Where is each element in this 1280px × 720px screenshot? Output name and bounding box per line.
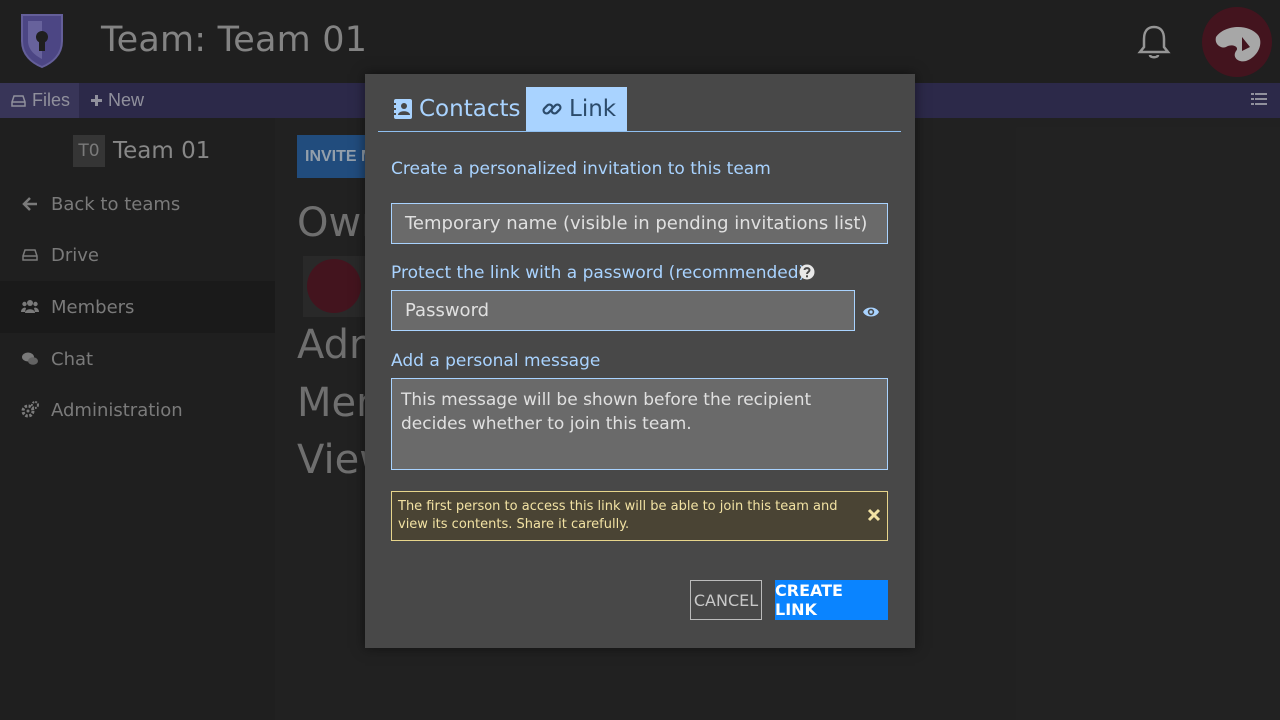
link-icon bbox=[542, 103, 562, 115]
tab-label: Link bbox=[569, 96, 617, 122]
close-icon[interactable] bbox=[867, 508, 881, 522]
temporary-name-input[interactable]: Temporary name (visible in pending invit… bbox=[391, 203, 888, 244]
invite-dialog: Contacts Link Create a personalized invi… bbox=[365, 74, 915, 648]
eye-icon[interactable] bbox=[862, 303, 880, 321]
cancel-button[interactable]: CANCEL bbox=[690, 580, 762, 620]
contact-card-icon bbox=[393, 99, 412, 119]
password-input[interactable]: Password bbox=[391, 290, 855, 331]
create-link-button[interactable]: CREATE LINK bbox=[775, 580, 888, 620]
help-icon[interactable] bbox=[799, 264, 815, 280]
password-label: Protect the link with a password (recomm… bbox=[391, 263, 806, 283]
warning-alert: The first person to access this link wil… bbox=[391, 491, 888, 541]
tab-label: Contacts bbox=[419, 96, 521, 122]
personal-message-textarea[interactable]: This message will be shown before the re… bbox=[391, 378, 888, 470]
tab-link[interactable]: Link bbox=[526, 87, 627, 131]
warning-text: The first person to access this link wil… bbox=[398, 499, 838, 532]
message-label: Add a personal message bbox=[391, 351, 601, 371]
invitation-intro: Create a personalized invitation to this… bbox=[391, 159, 771, 179]
dialog-tabs: Contacts Link bbox=[378, 87, 901, 132]
tab-contacts[interactable]: Contacts bbox=[378, 87, 526, 131]
